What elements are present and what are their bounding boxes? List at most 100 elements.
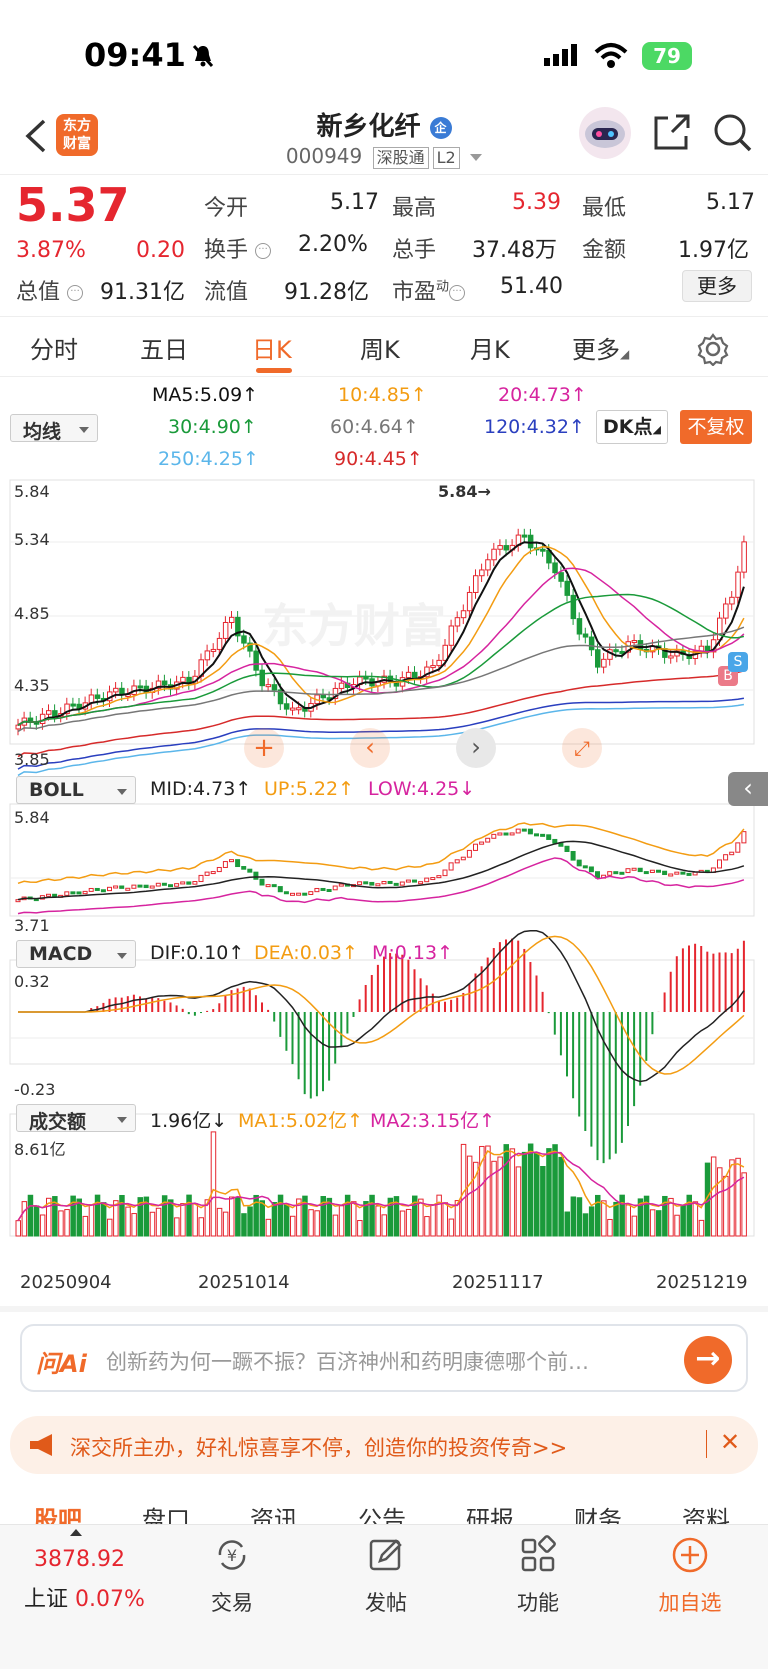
boll-up: UP:5.22↑ (264, 778, 354, 800)
zoom-in-icon[interactable]: + (244, 728, 284, 768)
boll-candle (119, 885, 125, 889)
boll-candle (680, 871, 686, 875)
volume-bar (399, 1210, 406, 1237)
volume-bar (448, 1218, 455, 1237)
boll-candle (491, 833, 497, 839)
boll-candle (717, 859, 722, 869)
dk-point-button[interactable]: DK点◢ (596, 410, 668, 444)
more-quote-button[interactable]: 更多 (682, 270, 752, 302)
promo-banner[interactable]: 深交所主办，好礼惊喜享不停，创造你的投资传奇>> ✕ (10, 1416, 758, 1474)
ai-prompt-text[interactable]: 创新药为何一蹶不振？百济神州和药明康德哪个前… (106, 1346, 686, 1376)
boll-low: LOW:4.25↓ (368, 778, 476, 800)
float-label: 流值 (204, 280, 249, 305)
no-adjust-button[interactable]: 不复权 (680, 410, 752, 444)
volume-bar (607, 1218, 613, 1237)
scroll-right-icon[interactable]: › (456, 728, 496, 768)
tab-financials[interactable]: 财务 (574, 1500, 622, 1524)
boll-candle (564, 845, 570, 852)
boll-candle (686, 872, 692, 876)
volume-selector[interactable]: 成交额 (16, 1104, 136, 1133)
functions-button[interactable]: 功能 (488, 1535, 588, 1617)
volume-bar (631, 1215, 638, 1237)
grid-icon (521, 1535, 556, 1572)
robot-assistant-icon[interactable] (578, 106, 632, 160)
boll-candle (674, 871, 680, 875)
tab-research[interactable]: 研报 (466, 1500, 514, 1524)
volume-bar (155, 1207, 162, 1237)
candle-body (521, 534, 528, 538)
tab-orderbook[interactable]: 盘口 (142, 1500, 190, 1524)
volume-ma1: MA1:5.02亿↑ (238, 1110, 364, 1132)
volume-bar (168, 1199, 174, 1237)
candle-body (552, 562, 558, 574)
edit-icon (369, 1539, 402, 1571)
tab-intraday[interactable]: 分时 (30, 330, 78, 365)
tab-news[interactable]: 资讯 (250, 1500, 298, 1524)
macd-dif: DIF:0.10↑ (150, 942, 245, 964)
tab-profile[interactable]: 资料 (682, 1500, 730, 1524)
volume-bar (180, 1203, 186, 1237)
tab-daily-k[interactable]: 日K (252, 330, 292, 365)
current-price: 5.37 (16, 178, 130, 232)
boll-candle (637, 867, 643, 873)
boll-candle (46, 893, 51, 897)
candle-body (52, 710, 58, 717)
close-banner-icon[interactable]: ✕ (720, 1428, 740, 1456)
expand-icon[interactable]: ⤢ (562, 728, 602, 768)
volume-bar (125, 1206, 131, 1237)
boll-candle (277, 886, 283, 893)
volume-bar (235, 1197, 241, 1237)
index-name[interactable]: 上证 0.07% (24, 1581, 145, 1613)
tab-weekly-k[interactable]: 周K (360, 330, 400, 365)
volume-bar (15, 1220, 21, 1237)
volume-bar (418, 1198, 424, 1237)
boll-candle (94, 887, 100, 891)
share-icon[interactable] (652, 112, 692, 152)
index-value[interactable]: 3878.92 (34, 1547, 125, 1572)
tab-five-day[interactable]: 五日 (140, 330, 188, 365)
change-percent: 3.87% (16, 238, 86, 263)
collapse-panel-icon[interactable]: ‹ (728, 772, 768, 806)
trade-button[interactable]: ¥ 交易 (182, 1535, 282, 1617)
tab-announcements[interactable]: 公告 (358, 1500, 406, 1524)
tab-forum[interactable]: 股吧 (34, 1500, 82, 1524)
ma30-label: 30:4.90↑ (168, 416, 257, 438)
candle-body (454, 617, 461, 627)
boll-candle (70, 891, 76, 895)
candle-body (570, 594, 577, 620)
volume-bar (222, 1211, 229, 1237)
search-icon[interactable] (712, 112, 754, 154)
macd-y-top: 0.32 (14, 972, 50, 991)
date-label: 20251117 (452, 1272, 544, 1293)
add-watchlist-button[interactable]: 加自选 (640, 1535, 740, 1617)
boll-candle (418, 881, 424, 885)
volume-bar (588, 1206, 595, 1237)
boll-selector[interactable]: BOLL (16, 776, 136, 804)
volume-bar (485, 1145, 491, 1237)
post-button[interactable]: 发帖 (336, 1535, 436, 1617)
sell-marker[interactable]: S (728, 652, 748, 672)
ai-question-box[interactable]: 问Ai 创新药为何一蹶不振？百济神州和药明康德哪个前… → (20, 1324, 748, 1392)
boll-candle (582, 865, 588, 869)
tab-more[interactable]: 更多◢ (572, 330, 629, 365)
candle-body (491, 548, 497, 561)
volume-bar (363, 1201, 369, 1237)
scroll-left-icon[interactable]: ‹ (350, 728, 390, 768)
macd-selector[interactable]: MACD (16, 940, 136, 968)
boll-candle (430, 877, 436, 881)
candle-body (466, 591, 473, 612)
boll-candle (613, 871, 619, 875)
low-value: 5.17 (706, 190, 755, 215)
candle-body (265, 684, 272, 688)
boll-candle (204, 871, 210, 876)
volume-bar (729, 1159, 735, 1237)
ai-go-arrow-icon[interactable]: → (684, 1336, 732, 1384)
candle-body (412, 671, 418, 678)
ma-selector[interactable]: 均线 (10, 414, 98, 443)
candle-body (668, 655, 674, 659)
candle-body (436, 659, 442, 667)
volume-bar (241, 1213, 247, 1237)
tab-monthly-k[interactable]: 月K (470, 330, 510, 365)
settings-gear-icon[interactable] (696, 332, 730, 366)
wifi-icon (594, 43, 628, 68)
